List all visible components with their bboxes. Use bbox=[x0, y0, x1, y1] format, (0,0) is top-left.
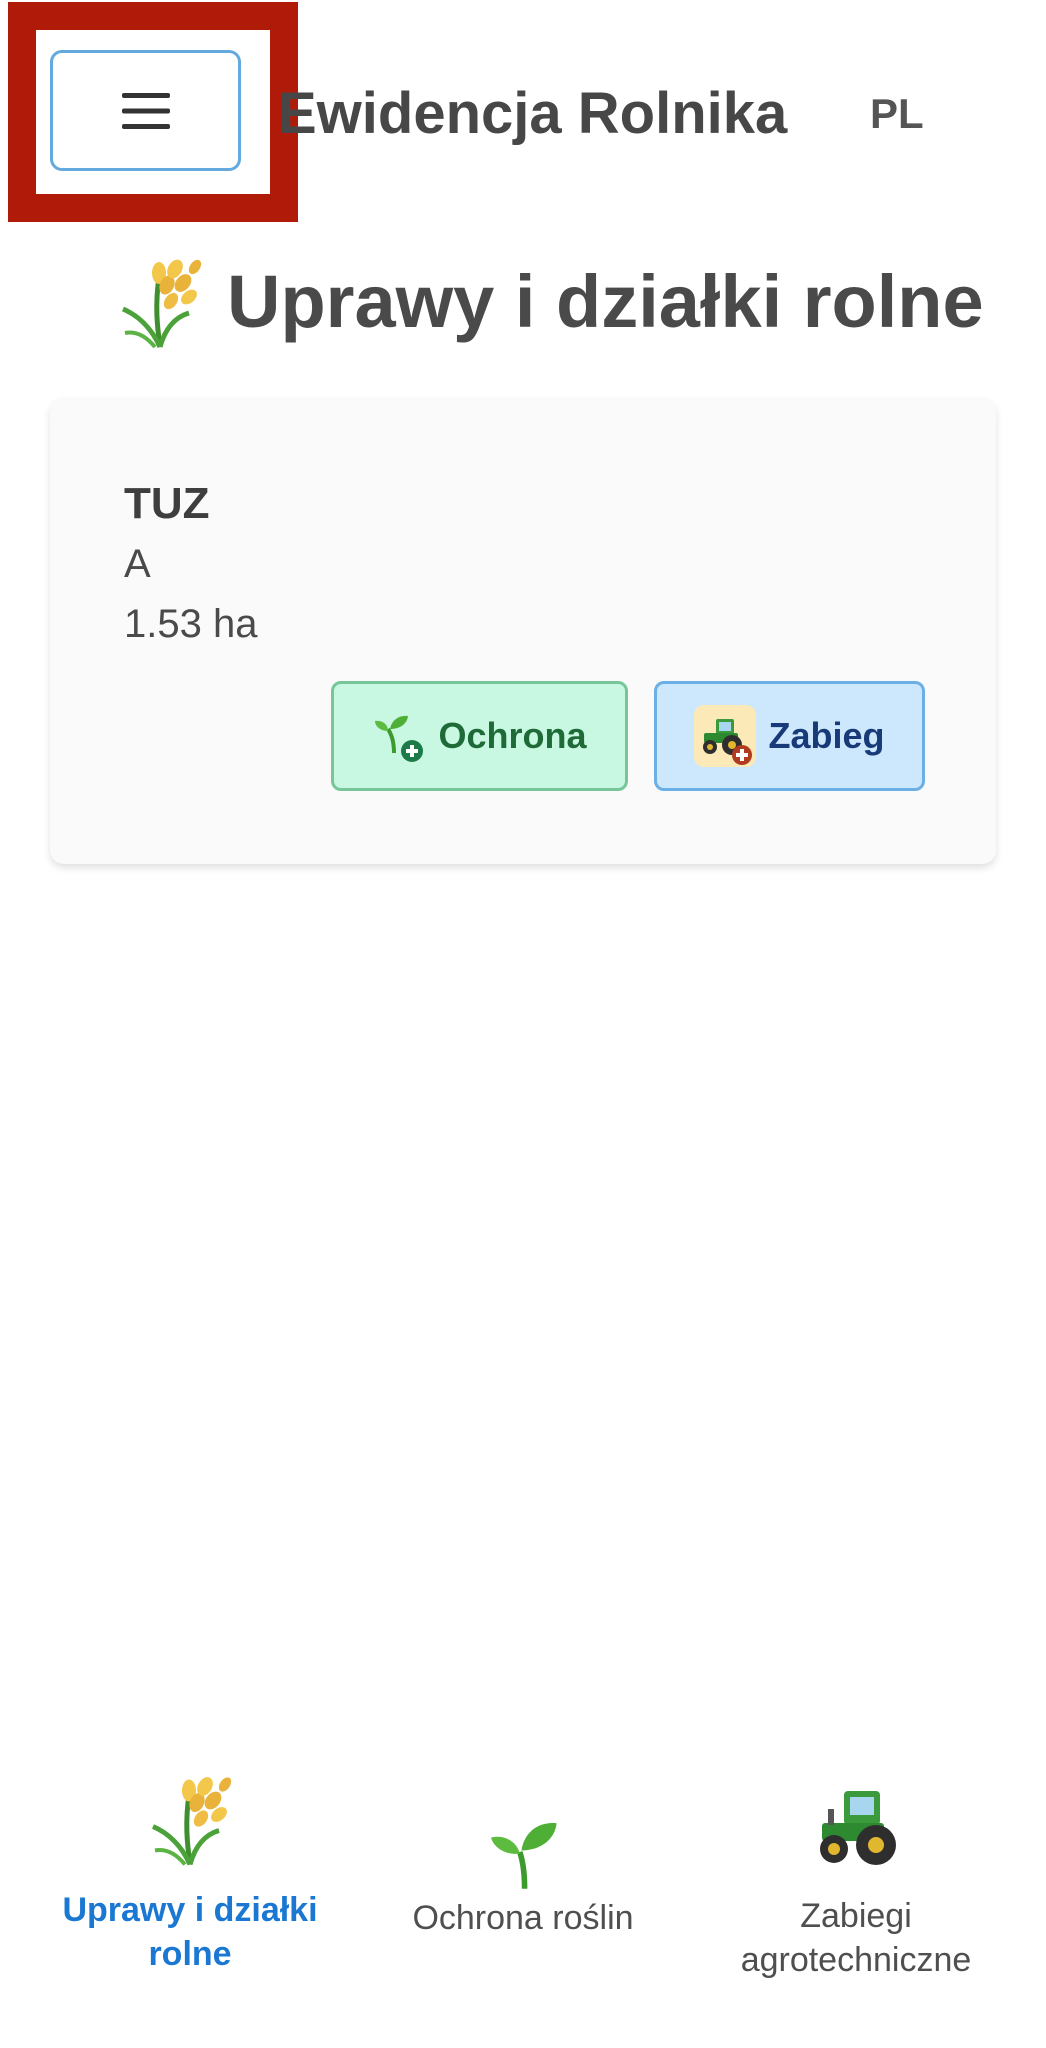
nav-item-crops-label: Uprawy i działki rolne bbox=[62, 1891, 318, 1973]
tractor-plus-icon bbox=[694, 705, 757, 767]
add-protection-label: Ochrona bbox=[438, 715, 587, 756]
language-switcher[interactable]: PL bbox=[870, 84, 924, 144]
seedling-icon bbox=[491, 1823, 557, 1889]
seedling-plus-icon bbox=[375, 715, 424, 762]
field-name: TUZ bbox=[124, 479, 210, 528]
nav-item-treatments[interactable]: Zabiegi agrotechniczne bbox=[686, 1770, 1026, 1982]
add-protection-button[interactable]: Ochrona bbox=[331, 681, 628, 791]
field-card: TUZ A 1.53 ha Ochrona Zabieg bbox=[50, 398, 996, 864]
page-title: Uprawy i działki rolne bbox=[227, 260, 984, 343]
nav-item-plant-protection-label: Ochrona roślin bbox=[412, 1899, 634, 1937]
page-heading: Uprawy i działki rolne bbox=[115, 252, 984, 352]
nav-item-treatments-label: Zabiegi agrotechniczne bbox=[740, 1897, 972, 1979]
add-treatment-button[interactable]: Zabieg bbox=[654, 681, 925, 791]
hamburger-menu-icon bbox=[121, 92, 170, 129]
nav-item-crops[interactable]: Uprawy i działki rolne bbox=[20, 1770, 360, 1976]
field-crop: A bbox=[124, 542, 151, 586]
tractor-icon bbox=[820, 1791, 896, 1865]
menu-button[interactable] bbox=[50, 50, 241, 171]
add-treatment-label: Zabieg bbox=[768, 715, 885, 756]
app-title: Ewidencja Rolnika bbox=[278, 81, 788, 146]
sheaf-of-rice-icon bbox=[151, 1777, 232, 1866]
bottom-navigation: Uprawy i działki rolne Ochrona roślin Za… bbox=[0, 1770, 1046, 2048]
nav-item-plant-protection[interactable]: Ochrona roślin bbox=[353, 1770, 693, 1940]
field-area: 1.53 ha bbox=[124, 602, 258, 646]
sheaf-of-rice-icon bbox=[121, 259, 202, 348]
